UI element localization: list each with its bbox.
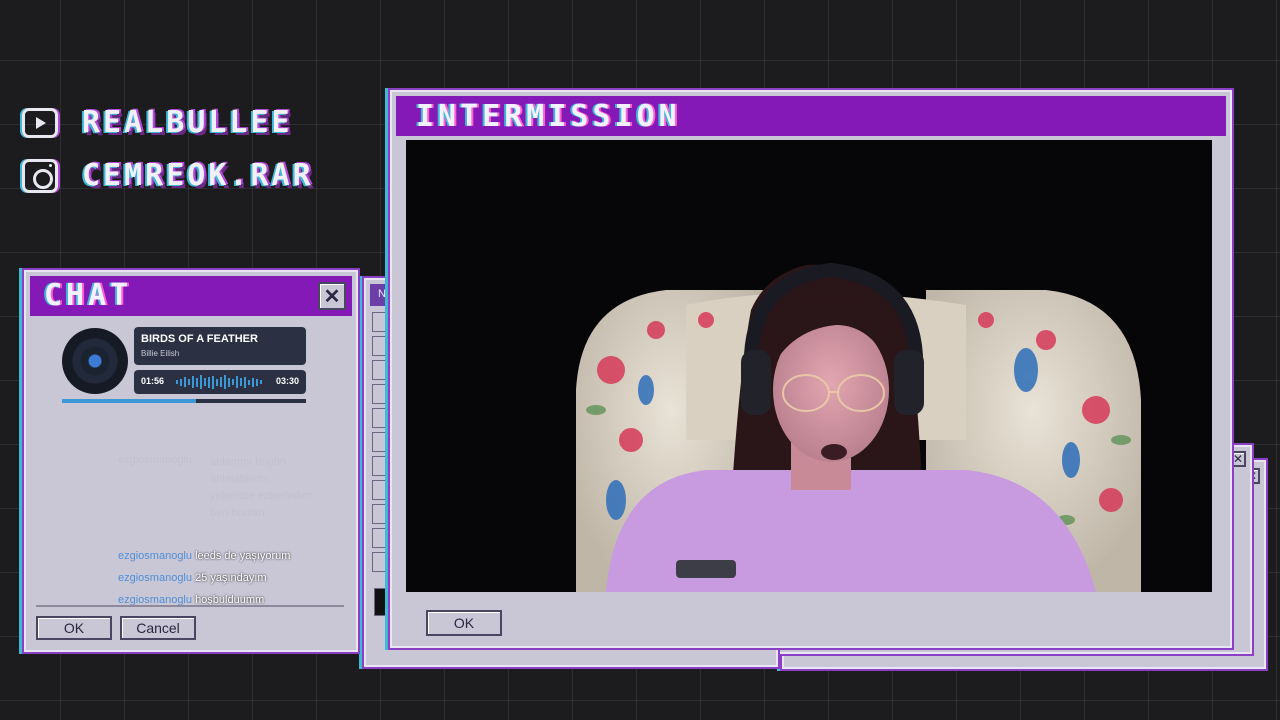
chat-window: CHAT ✕ BIRDS OF A FEATHER Billie Eilish …: [24, 270, 358, 652]
chat-title: CHAT: [44, 278, 133, 313]
chat-titlebar: CHAT ✕: [30, 276, 352, 316]
webcam-image: [406, 140, 1212, 592]
chat-message: ezgiosmanoglu leeds de yaşıyorum: [118, 550, 290, 562]
waveform-bar: [224, 375, 226, 389]
close-icon[interactable]: ✕: [1230, 451, 1246, 467]
chat-faded-line: ben bunları: [210, 507, 266, 519]
waveform-bar: [220, 377, 222, 387]
album-vinyl-icon: [62, 328, 128, 394]
color-swatch[interactable]: [374, 588, 390, 616]
song-artist: Billie Eilish: [141, 349, 180, 358]
waveform-bar: [176, 380, 178, 384]
instagram-icon: [22, 158, 58, 193]
paint-toolbox: [372, 312, 392, 657]
chat-faded-user: ezgiosmanoglu: [118, 454, 192, 466]
brush-tool-icon[interactable]: [372, 456, 390, 476]
song-title: BIRDS OF A FEATHER: [141, 333, 258, 345]
waveform-bar: [228, 377, 230, 387]
pencil-tool-icon[interactable]: [372, 384, 390, 404]
waveform-bar: [248, 379, 250, 385]
waveform-bar: [200, 375, 202, 389]
waveform-bar: [256, 378, 258, 386]
hand-tool-icon[interactable]: [372, 552, 390, 572]
chat-username: ezgiosmanoglu: [118, 572, 192, 584]
waveform-bar: [236, 376, 238, 388]
eraser-tool-icon[interactable]: [372, 432, 390, 452]
social-youtube: REALBULLEE: [22, 105, 293, 140]
fill-tool-icon[interactable]: [372, 408, 390, 428]
song-progress-fill: [62, 399, 197, 403]
text-tool-icon[interactable]: [372, 528, 390, 548]
song-progress-bar: [62, 399, 306, 403]
chat-faded-line: anlatabilirim: [210, 473, 269, 485]
intermission-title: INTERMISSION: [416, 99, 681, 134]
waveform-bar: [244, 376, 246, 388]
chat-username: ezgiosmanoglu: [118, 550, 192, 562]
pen-tool-icon[interactable]: [372, 504, 390, 524]
chat-faded-line: yeterince ezberledim: [210, 490, 312, 502]
waveform-bar: [192, 376, 194, 388]
intermission-ok-button[interactable]: OK: [426, 610, 502, 636]
waveform-bar: [180, 378, 182, 386]
chat-faded-lines: anlamını bugün anlatabilirim yeterince e…: [210, 454, 340, 522]
chat-divider: [36, 605, 344, 607]
chat-close-button[interactable]: ✕: [318, 282, 346, 310]
webcam-feed: [406, 140, 1212, 592]
chat-ok-button[interactable]: OK: [36, 616, 112, 640]
chat-cancel-button[interactable]: Cancel: [120, 616, 196, 640]
close-icon: ✕: [323, 285, 341, 308]
select-tool-icon[interactable]: [372, 312, 390, 332]
waveform-bar: [260, 380, 262, 384]
waveform-bar: [184, 377, 186, 387]
duration-time: 03:30: [275, 376, 299, 386]
waveform-bar: [196, 377, 198, 387]
playback-card: 01:56 03:30: [134, 370, 306, 394]
crop-tool-icon[interactable]: [372, 360, 390, 380]
waveform-bar: [204, 378, 206, 386]
youtube-icon: [22, 107, 58, 138]
waveform-bar: [232, 379, 234, 385]
chat-text: 25 yaşındayım: [195, 572, 267, 584]
instagram-handle: CEMREOK.RAR: [82, 158, 314, 193]
intermission-titlebar: INTERMISSION: [396, 96, 1226, 136]
chat-faded-line: anlamını bugün: [210, 456, 286, 468]
waveform-bar: [188, 379, 190, 385]
lasso-tool-icon[interactable]: [372, 336, 390, 356]
waveform-bar: [216, 378, 218, 386]
elapsed-time: 01:56: [141, 376, 165, 386]
waveform-bar: [208, 376, 210, 388]
youtube-handle: REALBULLEE: [82, 105, 293, 140]
waveform-bar: [240, 378, 242, 386]
pointer-tool-icon[interactable]: [372, 480, 390, 500]
chat-text: leeds de yaşıyorum: [195, 550, 291, 562]
waveform: [176, 374, 268, 390]
chat-faded-message: ezgiosmanoglu: [118, 454, 192, 466]
waveform-bar: [212, 375, 214, 389]
chat-message: ezgiosmanoglu 25 yaşındayım: [118, 572, 267, 584]
now-playing-card: BIRDS OF A FEATHER Billie Eilish: [134, 327, 306, 365]
social-instagram: CEMREOK.RAR: [22, 158, 314, 193]
waveform-bar: [252, 377, 254, 387]
